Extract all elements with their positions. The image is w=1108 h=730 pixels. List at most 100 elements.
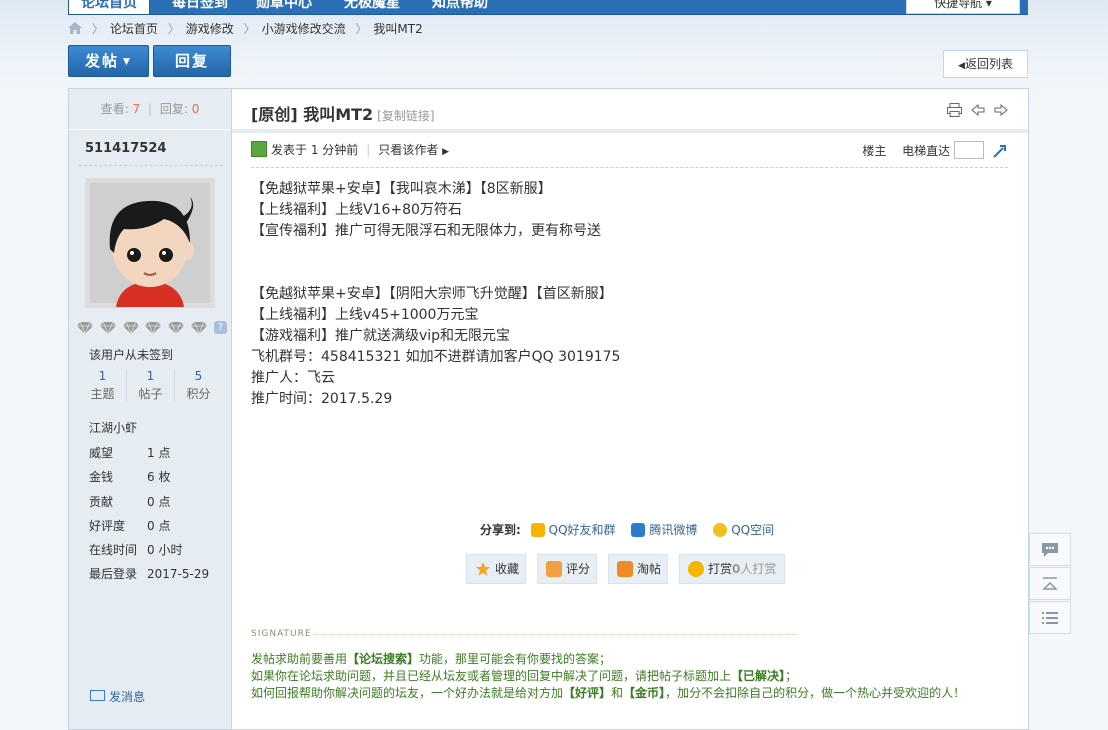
favorite-button[interactable]: 收藏: [466, 554, 526, 584]
nav-tab-checkin[interactable]: 每日签到: [172, 0, 228, 14]
count-label: 主题: [90, 387, 115, 401]
copy-link-button[interactable]: [复制链接]: [377, 109, 434, 123]
author-name[interactable]: 511417524: [85, 141, 166, 156]
caret-left-icon: ◀: [958, 61, 965, 71]
count-points[interactable]: 5 积分: [175, 367, 222, 403]
breadcrumb-current[interactable]: 我叫MT2: [373, 22, 422, 36]
breadcrumb-separator: 〉: [167, 22, 180, 36]
diamond-icon: [145, 321, 162, 334]
count-label: 帖子: [138, 387, 163, 401]
new-post-button[interactable]: 发帖 ▼: [68, 45, 149, 77]
avatar[interactable]: [85, 178, 215, 308]
breadcrumb-forum-home[interactable]: 论坛首页: [110, 22, 158, 36]
rate-button[interactable]: 评分: [537, 554, 597, 584]
weibo-icon: [631, 523, 646, 537]
help-question-icon[interactable]: ?: [213, 321, 227, 334]
thumbs-up-icon: [546, 561, 562, 577]
favorite-label: 收藏: [495, 562, 520, 576]
author-sidebar: 查看: 7 | 回复: 0 511417524 ? 该用户从未签到 1 主题 1…: [69, 89, 232, 729]
share-item-label: QQ好友和群: [548, 523, 616, 537]
send-message-link[interactable]: 发消息: [90, 688, 145, 705]
home-icon[interactable]: [68, 22, 82, 34]
diamond-icon: [168, 321, 185, 334]
tip-button[interactable]: 打赏0人打赏: [679, 554, 785, 584]
content-line: [251, 242, 1008, 263]
info-key: 最后登录: [89, 567, 138, 582]
share-item-label: 腾讯微博: [649, 523, 698, 537]
return-list-button[interactable]: [1029, 601, 1071, 634]
content-line: [251, 263, 1008, 284]
comment-icon: [1042, 543, 1058, 557]
arrow-up-icon: [1042, 577, 1058, 590]
prev-thread-icon[interactable]: [971, 103, 985, 116]
online-status-icon: [251, 141, 267, 157]
quick-nav-button[interactable]: 快捷导航 ▾: [906, 0, 1020, 14]
send-message-label: 发消息: [109, 690, 146, 704]
elevator-input[interactable]: [954, 141, 985, 159]
go-arrow-icon[interactable]: [992, 143, 1008, 159]
breadcrumb-separator: 〉: [355, 22, 368, 36]
content-line: 推广时间：2017.5.29: [251, 391, 393, 407]
content-line: 飞机群号：458415321 如加不进群请加客户QQ 3019175: [251, 349, 621, 365]
new-post-label: 发帖: [85, 52, 120, 70]
nav-tab-medals[interactable]: 勋章中心: [256, 0, 312, 14]
back-to-top-button[interactable]: [1029, 567, 1071, 600]
info-key: 在线时间: [89, 543, 138, 558]
content-line: 【宣传福利】推广可得无限浮石和无限体力，更有称号送: [251, 223, 601, 239]
rate-label: 评分: [566, 562, 591, 576]
elevator-label: 电梯直达: [902, 144, 951, 158]
diamond-icon: [77, 321, 93, 334]
info-value: 0 小时: [147, 543, 183, 558]
tray-icon: [617, 561, 633, 577]
count-value: 1: [98, 369, 107, 383]
nav-tab-home[interactable]: 论坛首页: [68, 0, 150, 14]
count-posts[interactable]: 1 帖子: [127, 367, 174, 403]
next-thread-icon[interactable]: [994, 103, 1008, 116]
sig-text: 如果你在论坛求助问题，并且已经从坛友或者管理的回复中解决了问题，请把帖子标题加上: [251, 669, 732, 683]
coin-icon: [688, 561, 704, 577]
diamond-icon: [191, 321, 208, 334]
diamond-icon: [99, 321, 116, 334]
info-value: 0 点: [147, 518, 171, 533]
post-meta: 发表于 1 分钟前 | 只看该作者 ▶ 楼主 电梯直达: [251, 141, 1008, 165]
share-tencent-weibo[interactable]: 腾讯微博: [631, 523, 697, 537]
share-qq-friends[interactable]: QQ好友和群: [530, 523, 616, 537]
post-title: [原创] 我叫MT2 [复制链接]: [251, 101, 435, 125]
breadcrumb-minigame[interactable]: 小游戏修改交流: [262, 22, 346, 36]
sig-highlight: 【好评】: [563, 686, 612, 700]
sig-text: ；: [785, 669, 798, 683]
print-icon[interactable]: [947, 102, 963, 117]
info-row: 金钱 6 枚: [89, 465, 209, 489]
title-tools: [942, 102, 1008, 117]
signature-line: 如果你在论坛求助问题，并且已经从坛友或者管理的回复中解决了问题，请把帖子标题加上…: [251, 668, 965, 685]
share-qzone[interactable]: QQ空间: [713, 523, 774, 537]
count-value: 5: [194, 369, 203, 383]
qq-icon: [530, 523, 545, 537]
info-value: 6 枚: [147, 470, 171, 485]
nav-tab-help[interactable]: 知点帮助: [432, 0, 488, 14]
content-line: 【免越狱苹果+安卓】【阴阳大宗师飞升觉醒】【首区新服】: [251, 286, 613, 302]
count-topics[interactable]: 1 主题: [79, 367, 126, 403]
content-line: 【上线福利】上线v45+1000万元宝: [251, 307, 479, 323]
only-author-link[interactable]: 只看该作者: [378, 143, 438, 157]
quick-reply-button[interactable]: [1029, 533, 1071, 566]
taobao-post-button[interactable]: 淘帖: [608, 554, 668, 584]
meta-divider: |: [366, 143, 371, 157]
sig-text: 和: [611, 686, 624, 700]
content-line: 【游戏福利】推广就送满级vip和无限元宝: [251, 328, 511, 344]
replies-label: 回复:: [159, 102, 188, 116]
top-nav: 论坛首页 每日签到 勋章中心 无极魔星 知点帮助 快捷导航 ▾: [68, 0, 1028, 15]
content-line: 推广人：飞云: [251, 370, 335, 386]
post-title-text: [原创] 我叫MT2: [251, 105, 374, 124]
nav-tab-wuji[interactable]: 无极魔星: [344, 0, 400, 14]
stats-divider: |: [147, 102, 153, 116]
back-to-list-button[interactable]: ◀返回列表: [943, 50, 1028, 78]
tip-prefix: 打赏: [708, 562, 733, 576]
reply-button[interactable]: 回复: [153, 45, 231, 77]
quick-nav-label: 快捷导航: [934, 0, 983, 10]
info-row: 好评度 0 点: [89, 514, 209, 538]
post-time: 发表于 1 分钟前: [271, 143, 359, 157]
sig-text: 发帖求助前要善用: [251, 652, 348, 666]
author-counts: 1 主题 1 帖子 5 积分: [79, 367, 223, 405]
breadcrumb-game-mod[interactable]: 游戏修改: [186, 22, 234, 36]
